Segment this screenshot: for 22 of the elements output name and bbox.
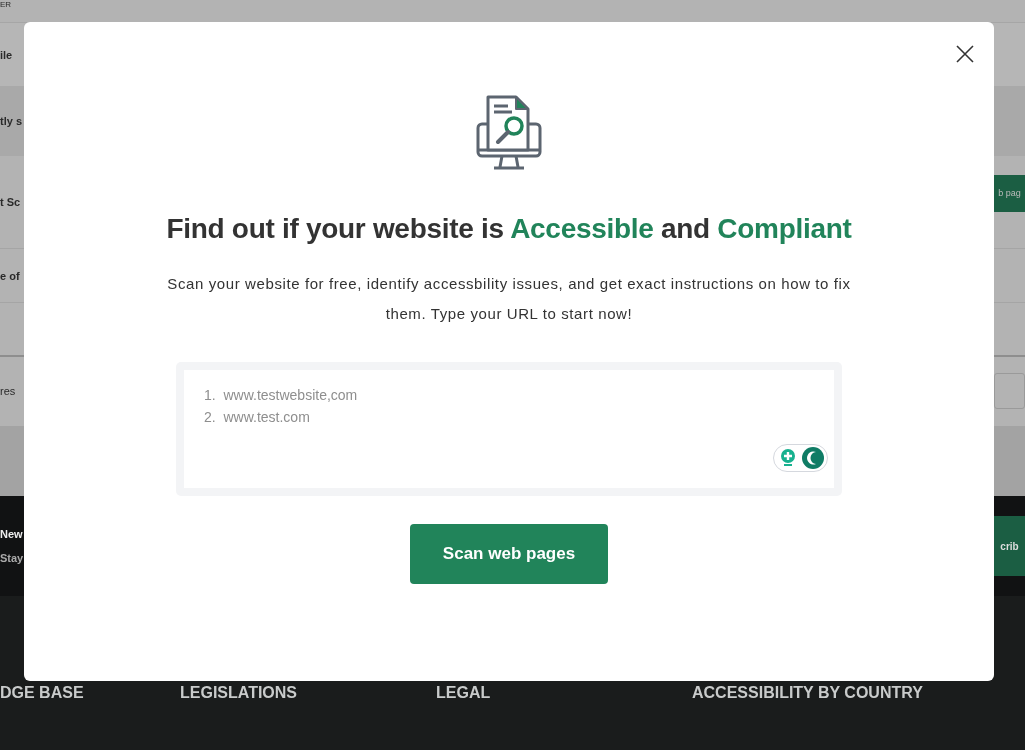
newsletter-text-fragment: Stay [0,552,22,564]
footer-heading: LEGISLATIONS [180,684,299,702]
footer-heading: LEGAL [436,684,492,702]
text-fragment: e of [0,269,21,282]
text-fragment: ile [0,48,14,61]
modal-heading: Find out if your website is Accessible and Compliant [166,213,852,245]
logo-text-fragment: ER [0,0,13,9]
url-input-field[interactable]: 1. www.testwebsite,com 2. www.test.com [184,370,834,488]
text-fragment: tly s [0,115,22,127]
modal-description: Scan your website for free, identify accessbility issues, and get exact instructions on how to fix them. Type your URL to start now! [166,274,852,324]
button-fragment[interactable]: b pag [994,174,1025,212]
document-search-icon [476,94,542,170]
heading-fragment: t Sc [0,196,22,209]
newsletter-title-fragment: New [0,528,22,540]
subscribe-button-fragment[interactable]: crib [994,516,1025,576]
scan-button[interactable]: Scan web pages [410,524,608,584]
close-icon[interactable] [956,45,974,63]
lightbulb-icon [780,449,796,467]
footer-heading: ACCESSIBILITY BY COUNTRY [692,684,924,702]
crescent-icon [802,447,824,469]
footer-heading: DGE BASE [0,684,85,702]
input-fragment[interactable]: res [0,385,22,398]
